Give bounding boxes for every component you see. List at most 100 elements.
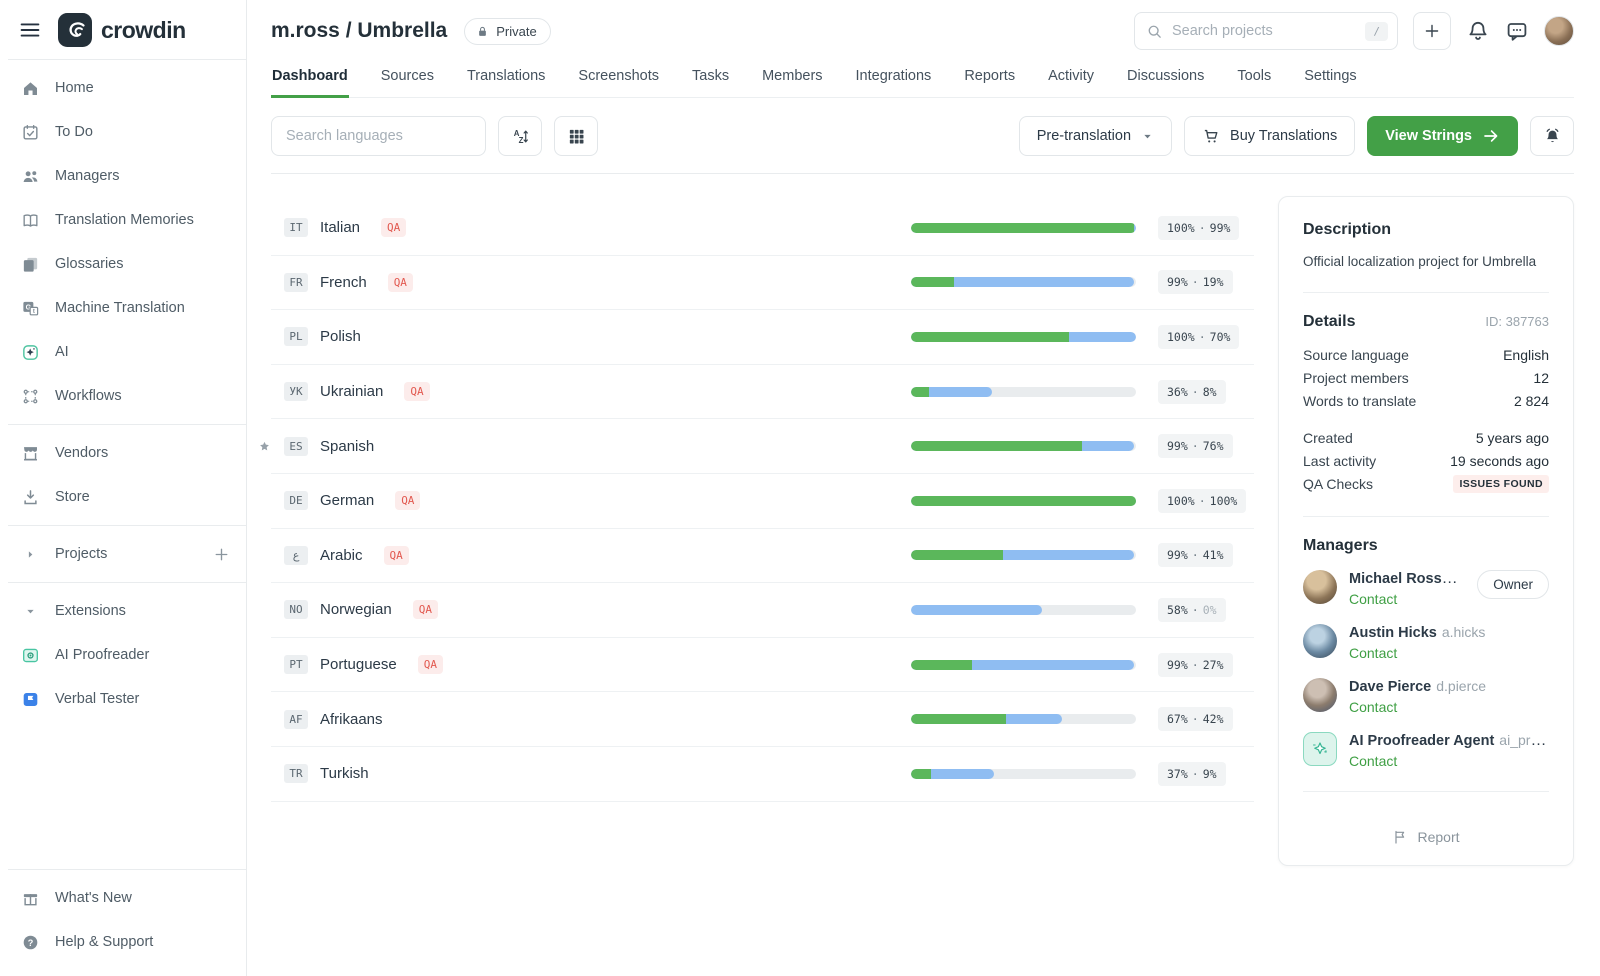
qa-issues-badge[interactable]: QA (413, 600, 438, 619)
workflows-icon (21, 387, 40, 406)
contact-link[interactable]: Contact (1349, 699, 1397, 715)
tab-tools[interactable]: Tools (1236, 56, 1272, 98)
qa-issues-badge[interactable]: QA (404, 382, 429, 401)
sidebar-item-help-support[interactable]: Help & Support (0, 920, 246, 964)
owner-badge: Owner (1477, 570, 1549, 599)
hamburger-menu-icon[interactable] (18, 18, 42, 42)
report-link[interactable]: Report (1303, 812, 1549, 845)
progress-percentages: 36%·8% (1158, 380, 1254, 404)
sidebar-item-label: Verbal Tester (55, 691, 139, 707)
manager-name[interactable]: Austin Hicks (1349, 625, 1437, 641)
language-row-spanish[interactable]: ES Spanish QA 99%·76% (271, 419, 1254, 474)
alerts-button[interactable] (1530, 116, 1574, 156)
favorite-star-icon[interactable] (258, 440, 271, 453)
qa-issues-badge[interactable]: QA (418, 655, 443, 674)
breadcrumb[interactable]: m.ross / Umbrella (271, 19, 447, 43)
manager-name[interactable]: Dave Pierce (1349, 679, 1431, 695)
search-projects-input[interactable] (1172, 23, 1356, 39)
search-languages-input[interactable] (271, 116, 486, 156)
sidebar-item-ai[interactable]: AI (0, 330, 246, 374)
crowdin-logo[interactable]: crowdin (58, 13, 186, 47)
translated-progress-segment (911, 605, 1042, 615)
sidebar-item-label: Store (55, 489, 90, 505)
approved-percent: 27% (1203, 658, 1224, 672)
tab-integrations[interactable]: Integrations (855, 56, 933, 98)
language-row-turkish[interactable]: TR Turkish QA 37%·9% (271, 747, 1254, 802)
sidebar-item-glossaries[interactable]: Glossaries (0, 242, 246, 286)
language-row-afrikaans[interactable]: AF Afrikaans QA 67%·42% (271, 692, 1254, 747)
sidebar-item-ai-proofreader[interactable]: AI Proofreader (0, 633, 246, 677)
avatar[interactable] (1303, 624, 1337, 658)
user-avatar[interactable] (1544, 16, 1574, 46)
tab-discussions[interactable]: Discussions (1126, 56, 1205, 98)
sidebar-item-machine-translation[interactable]: Machine Translation (0, 286, 246, 330)
sidebar-item-translation-memories[interactable]: Translation Memories (0, 198, 246, 242)
ai-agent-avatar-icon (1310, 739, 1330, 759)
tab-settings[interactable]: Settings (1303, 56, 1357, 98)
language-row-french[interactable]: FR French QA 99%·19% (271, 256, 1254, 311)
sidebar-item-verbal-tester[interactable]: Verbal Tester (0, 677, 246, 721)
language-row-arabic[interactable]: ع Arabic QA 99%·41% (271, 529, 1254, 584)
sidebar-item-projects[interactable]: Projects (0, 532, 246, 576)
sidebar-item-workflows[interactable]: Workflows (0, 374, 246, 418)
tab-screenshots[interactable]: Screenshots (577, 56, 660, 98)
notifications-bell-icon[interactable] (1466, 19, 1490, 43)
tab-members[interactable]: Members (761, 56, 823, 98)
messages-icon[interactable] (1505, 19, 1529, 43)
view-strings-label: View Strings (1385, 128, 1472, 144)
approved-percent: 9% (1203, 767, 1217, 781)
language-name: Afrikaans (320, 711, 383, 728)
contact-link[interactable]: Contact (1349, 753, 1397, 769)
manager-name[interactable]: AI Proofreader Agent (1349, 733, 1494, 749)
contact-link[interactable]: Contact (1349, 645, 1397, 661)
translated-percent: 36% (1167, 385, 1188, 399)
tab-sources[interactable]: Sources (380, 56, 435, 98)
language-row-german[interactable]: DE German QA 100%·100% (271, 474, 1254, 529)
tab-translations[interactable]: Translations (466, 56, 546, 98)
sidebar-item-to-do[interactable]: To Do (0, 110, 246, 154)
avatar[interactable] (1303, 732, 1337, 766)
detail-row: Source language English (1303, 344, 1549, 367)
tab-activity[interactable]: Activity (1047, 56, 1095, 98)
buy-translations-button[interactable]: Buy Translations (1184, 116, 1355, 156)
add-project-icon[interactable] (213, 546, 230, 563)
privacy-badge[interactable]: Private (464, 18, 550, 45)
qa-issues-badge[interactable]: QA (381, 218, 406, 237)
sidebar-item-managers[interactable]: Managers (0, 154, 246, 198)
qa-issues-badge[interactable]: QA (395, 491, 420, 510)
language-code-badge: PL (284, 327, 308, 346)
language-row-norwegian[interactable]: NO Norwegian QA 58%·0% (271, 583, 1254, 638)
view-strings-button[interactable]: View Strings (1367, 116, 1518, 156)
avatar[interactable] (1303, 678, 1337, 712)
tab-reports[interactable]: Reports (963, 56, 1016, 98)
manager-name[interactable]: Michael Ross (1349, 570, 1458, 587)
sidebar-item-vendors[interactable]: Vendors (0, 431, 246, 475)
tab-dashboard[interactable]: Dashboard (271, 56, 349, 98)
approved-percent: 76% (1203, 439, 1224, 453)
create-project-button[interactable] (1413, 12, 1451, 50)
qa-issues-badge[interactable]: QA (384, 546, 409, 565)
approved-progress-segment (911, 660, 972, 670)
qa-issues-badge[interactable]: QA (388, 273, 413, 292)
approved-progress-segment (911, 387, 929, 397)
sort-alphabetical-button[interactable] (498, 116, 542, 156)
approved-progress-segment (911, 714, 1006, 724)
language-row-italian[interactable]: IT Italian QA 100%·99% (271, 201, 1254, 256)
sidebar-item-store[interactable]: Store (0, 475, 246, 519)
sidebar-item-home[interactable]: Home (0, 66, 246, 110)
sidebar-item-what-s-new[interactable]: What's New (0, 876, 246, 920)
grid-view-button[interactable] (554, 116, 598, 156)
language-code-badge: TR (284, 764, 308, 783)
translated-percent: 99% (1167, 439, 1188, 453)
language-row-portuguese[interactable]: PT Portuguese QA 99%·27% (271, 638, 1254, 693)
avatar[interactable] (1303, 570, 1337, 604)
language-row-ukrainian[interactable]: УК Ukrainian QA 36%·8% (271, 365, 1254, 420)
todo-icon (21, 123, 40, 142)
approved-progress-segment (911, 223, 1134, 233)
pre-translation-button[interactable]: Pre-translation (1019, 116, 1172, 156)
sidebar-item-extensions[interactable]: Extensions (0, 589, 246, 633)
contact-link[interactable]: Contact (1349, 591, 1397, 607)
language-row-polish[interactable]: PL Polish QA 100%·70% (271, 310, 1254, 365)
tab-tasks[interactable]: Tasks (691, 56, 730, 98)
global-search[interactable]: / (1134, 12, 1398, 50)
